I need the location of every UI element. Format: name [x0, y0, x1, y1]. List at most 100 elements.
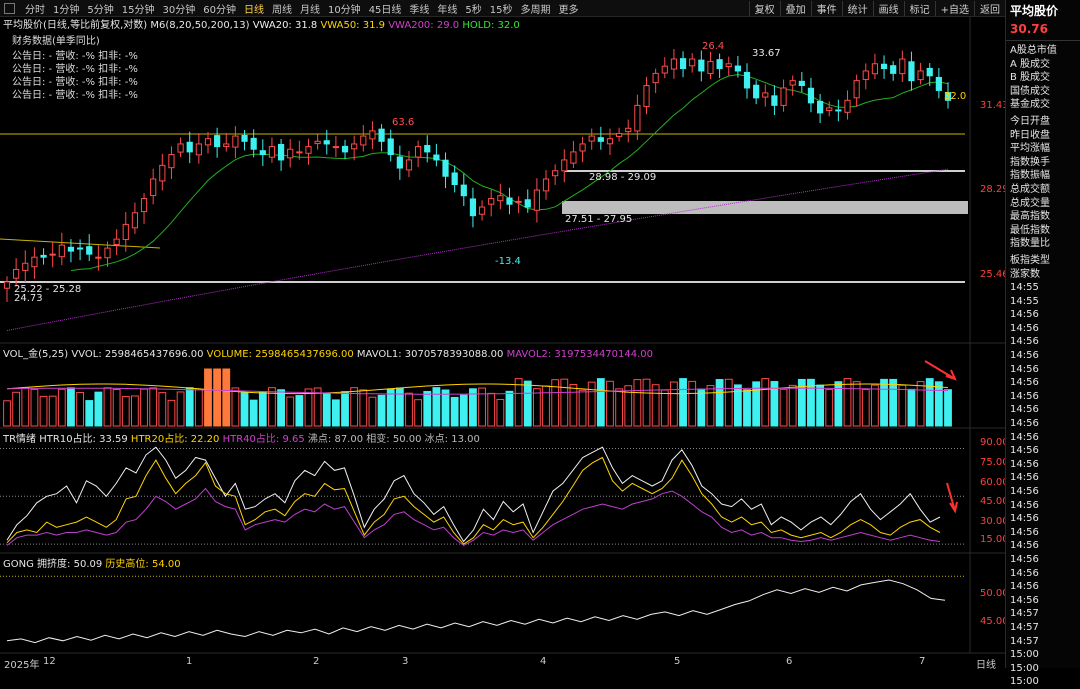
period-tab[interactable]: 60分钟: [199, 1, 240, 16]
window-icon[interactable]: [4, 2, 15, 14]
candle: [76, 247, 84, 250]
stock-chart[interactable]: [0, 16, 1005, 668]
volume-bar: [560, 378, 569, 427]
date-tick: 12: [43, 656, 56, 667]
quote-field[interactable]: 最高指数: [1006, 210, 1080, 224]
annotation-pct: 63.6: [392, 117, 415, 128]
candle: [122, 223, 129, 241]
candle: [926, 67, 933, 77]
volume-bar: [578, 389, 587, 427]
toolbar-button[interactable]: 返回: [974, 0, 1005, 16]
toolbar-button[interactable]: 复权: [748, 0, 780, 16]
period-tab[interactable]: 10分钟: [324, 1, 365, 16]
period-tab[interactable]: 15秒: [486, 1, 517, 16]
quote-field[interactable]: 指数振幅: [1006, 169, 1080, 183]
candle: [506, 197, 513, 205]
period-tab[interactable]: 45日线: [365, 1, 406, 16]
candle: [3, 281, 11, 289]
quote-field[interactable]: 基金成交: [1006, 98, 1080, 112]
period-tab[interactable]: 分时: [21, 1, 49, 16]
mavol1-label: MAVOL1: 3070578393088.00: [356, 349, 504, 360]
gong-header: GONG 拥挤度: 50.09 历史高位: 54.00: [3, 555, 181, 570]
period-tab[interactable]: 月线: [296, 1, 324, 16]
period-tab[interactable]: 年线: [433, 1, 461, 16]
quote-field[interactable]: 昨日收盘: [1006, 129, 1080, 143]
tick-time: 14:57: [1010, 608, 1039, 620]
candle: [13, 268, 20, 279]
candle: [625, 127, 632, 133]
candle: [679, 58, 687, 70]
candle: [159, 164, 166, 182]
volume-bar: [57, 388, 66, 427]
quote-field[interactable]: 最低指数: [1006, 224, 1080, 238]
candle: [789, 80, 796, 86]
period-tab[interactable]: 多周期: [517, 1, 555, 16]
period-tab[interactable]: 5分钟: [83, 1, 117, 16]
quote-field[interactable]: 平均涨幅: [1006, 142, 1080, 156]
quote-field[interactable]: 涨家数: [1006, 268, 1080, 282]
quote-field[interactable]: 指数换手: [1006, 156, 1080, 170]
toolbar-button[interactable]: 画线: [872, 0, 904, 16]
quote-field[interactable]: 总成交量: [1006, 197, 1080, 211]
htr20-label: HTR20占比: 22.20: [130, 434, 220, 445]
candle: [95, 256, 102, 259]
period-tab[interactable]: 15分钟: [118, 1, 159, 16]
candle: [415, 146, 422, 158]
volume-bar: [743, 389, 751, 427]
period-tab[interactable]: 30分钟: [158, 1, 199, 16]
volume-bar: [615, 388, 624, 427]
date-tick: 3: [402, 656, 409, 667]
volume-bar: [724, 378, 733, 427]
volume-bar: [907, 388, 916, 427]
volume-bar: [660, 389, 669, 427]
volume-bar: [286, 396, 295, 427]
candle: [360, 135, 367, 146]
period-tab[interactable]: 更多: [555, 1, 583, 16]
quote-field[interactable]: 国债成交: [1006, 85, 1080, 99]
candle: [469, 198, 477, 217]
quote-field[interactable]: 总成交额: [1006, 183, 1080, 197]
toolbar-button[interactable]: 标记: [903, 0, 935, 16]
quote-field[interactable]: A股总市值: [1006, 44, 1080, 58]
candle: [378, 128, 385, 142]
candle: [268, 146, 276, 158]
period-tab[interactable]: 周线: [268, 1, 296, 16]
toolbar-button[interactable]: +自选: [934, 0, 974, 16]
quote-field[interactable]: 板指类型: [1006, 254, 1080, 268]
candle: [150, 178, 157, 197]
period-indicator[interactable]: 日线: [976, 656, 996, 671]
volume-bar: [523, 380, 532, 427]
candle: [552, 170, 559, 177]
tick-time: 14:56: [1010, 458, 1039, 470]
candle: [634, 104, 641, 132]
candle: [899, 58, 906, 75]
volume-bar: [825, 389, 834, 427]
period-tab[interactable]: 季线: [405, 1, 433, 16]
arrow-icon: [946, 482, 958, 514]
period-tab[interactable]: 1分钟: [49, 1, 83, 16]
period-tab[interactable]: 日线: [240, 1, 268, 16]
candle: [807, 87, 815, 104]
quote-field[interactable]: A 股成交: [1006, 58, 1080, 72]
volume-bar: [158, 392, 167, 427]
candle: [140, 198, 148, 213]
quote-field[interactable]: 今日开盘: [1006, 115, 1080, 129]
candle: [177, 143, 184, 153]
mavol2-label: MAVOL2: 3197534470144.00: [506, 349, 654, 360]
quote-field[interactable]: B 股成交: [1006, 71, 1080, 85]
date-tick: 2: [313, 656, 320, 667]
toolbar-button[interactable]: 叠加: [779, 0, 811, 16]
candle: [643, 85, 650, 107]
volume-bar: [487, 392, 496, 427]
candle: [743, 71, 751, 89]
candle: [424, 145, 431, 153]
quote-field[interactable]: 指数量比: [1006, 237, 1080, 251]
volume-bar: [450, 396, 459, 427]
period-tab[interactable]: 5秒: [461, 1, 485, 16]
toolbar-button[interactable]: 统计: [841, 0, 873, 16]
toolbar-button[interactable]: 事件: [810, 0, 842, 16]
volume-bar: [67, 387, 75, 427]
candle: [195, 143, 202, 156]
candle: [277, 143, 285, 161]
candle: [542, 178, 550, 192]
